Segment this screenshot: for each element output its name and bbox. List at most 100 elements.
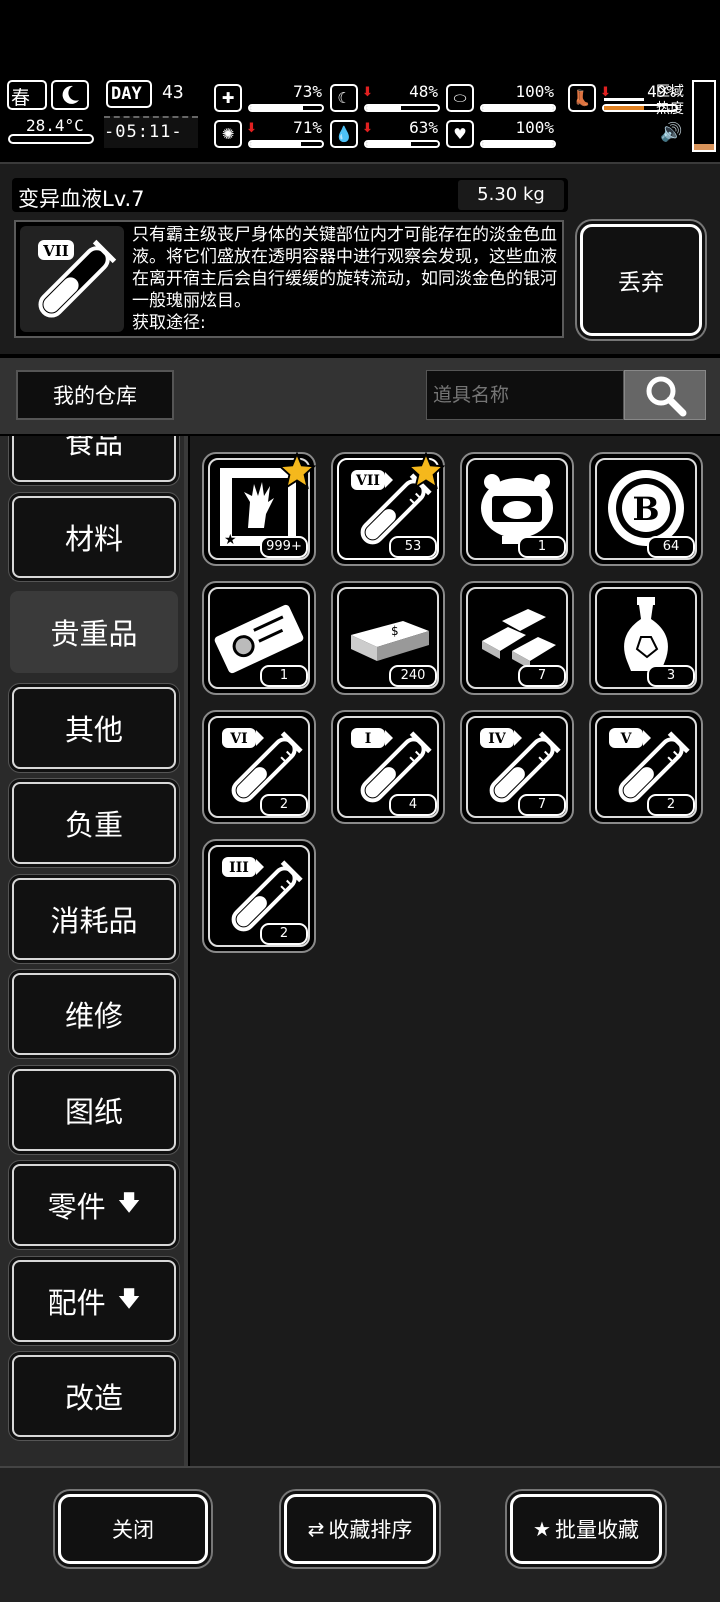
thirst-value: 63%: [409, 118, 438, 137]
item-slot[interactable]: I4: [331, 710, 445, 824]
source-label: 获取途径:: [132, 313, 206, 333]
item-slot[interactable]: VII 53: [331, 452, 445, 566]
category-6[interactable]: 维修: [12, 973, 176, 1055]
warehouse-bar: 我的仓库: [0, 358, 720, 434]
capsule-icon: ⬭: [446, 84, 474, 112]
category-3[interactable]: 其他: [12, 686, 176, 769]
favorite-star-icon: [278, 452, 316, 490]
batch-favorite-button[interactable]: ★ 批量收藏: [510, 1494, 662, 1564]
tier-label: VII: [42, 242, 69, 260]
day-label: DAY: [111, 84, 142, 104]
search-button[interactable]: [624, 370, 706, 420]
close-button[interactable]: 关闭: [58, 1494, 208, 1564]
search-icon: [646, 376, 687, 417]
stamina-value: 100%: [515, 82, 554, 101]
category-8[interactable]: 零件 🡇: [12, 1164, 176, 1246]
item-slot[interactable]: V2: [589, 710, 703, 824]
discard-button[interactable]: 丢弃: [580, 224, 702, 336]
category-9[interactable]: 配件 🡇: [12, 1259, 176, 1342]
category-0[interactable]: 食品: [12, 436, 176, 482]
svg-text:III: III: [229, 860, 249, 876]
category-5[interactable]: 消耗品: [12, 877, 176, 960]
day-label-box: DAY: [106, 80, 152, 108]
category-4[interactable]: 负重: [12, 782, 176, 864]
expand-arrow-icon: 🡇: [117, 1191, 141, 1216]
item-count: 7: [518, 794, 566, 816]
item-description-box: VII 只有霸主级丧尸身体的关键部位内才可能存在的淡金色血液。将它们盛放在透明容…: [14, 220, 564, 338]
item-slot[interactable]: 1: [202, 581, 316, 695]
description-text: 只有霸主级丧尸身体的关键部位内才可能存在的淡金色血液。将它们盛放在透明容器中进行…: [132, 225, 557, 311]
item-slot[interactable]: VI 2: [202, 710, 316, 824]
category-10[interactable]: 改造: [12, 1355, 176, 1437]
category-label: 维修: [64, 999, 123, 1033]
thermometer-icon: [8, 134, 94, 144]
svg-text:B: B: [632, 490, 659, 528]
clock-time: -05:11-: [104, 122, 183, 142]
speaker-icon[interactable]: 🔊: [660, 122, 682, 143]
mood-value: 100%: [515, 118, 554, 137]
item-count: 2: [260, 923, 308, 945]
mood-bar-fill: [482, 142, 554, 146]
weight-indicator-line-white: [604, 98, 644, 101]
stamina-bar: [480, 104, 556, 112]
svg-text:VI: VI: [229, 731, 247, 747]
category-1[interactable]: 材料: [12, 495, 176, 578]
item-count: 7: [518, 665, 566, 687]
category-7[interactable]: 图纸: [12, 1068, 176, 1151]
stamina-bar-fill: [482, 106, 554, 110]
category-label: 材料: [64, 521, 123, 556]
temperature: 28.4°C: [26, 116, 84, 135]
brain-icon: ✺: [214, 120, 242, 148]
night-moon-icon: [51, 80, 89, 110]
stomach-icon: ☾: [330, 84, 358, 112]
item-slot[interactable]: IV 7: [460, 710, 574, 824]
item-count: 64: [647, 536, 695, 558]
item-count: 2: [647, 794, 695, 816]
day-number: 43: [162, 82, 184, 103]
item-count: 53: [389, 536, 437, 558]
item-description: 只有霸主级丧尸身体的关键部位内才可能存在的淡金色血液。将它们盛放在透明容器中进行…: [132, 224, 562, 334]
item-grid: ★ 999+ VII 53 1 B 64 1 $ 240 7 3 VI 2 I …: [190, 436, 720, 1466]
svg-text:★: ★: [224, 532, 237, 548]
category-label: 其他: [64, 712, 123, 747]
svg-text:VII: VII: [355, 473, 380, 489]
category-2[interactable]: 贵重品: [10, 591, 178, 673]
item-count: 1: [518, 536, 566, 558]
decrease-arrow-icon: ⬇: [362, 85, 373, 100]
clock-panel: -05:11-: [104, 116, 198, 148]
area-heat-fill: [694, 144, 714, 150]
swap-arrows-icon: ⇄: [307, 1517, 325, 1541]
category-sidebar[interactable]: 食品材料贵重品其他负重消耗品维修图纸零件 🡇 配件 🡇 改造: [0, 436, 188, 1466]
item-info-panel: 变异血液Lv.7 5.30 kg VII 只有霸主级丧尸身体的关键部位内才可能存…: [0, 162, 720, 354]
thirst-bar: [364, 140, 440, 148]
sort-favorites-button[interactable]: ⇄ 收藏排序: [284, 1494, 436, 1564]
batch-favorite-label: 批量收藏: [554, 1518, 639, 1542]
season-box: 春: [7, 80, 47, 110]
health-bar-fill: [250, 106, 303, 110]
season-label: 春: [11, 87, 31, 109]
item-slot[interactable]: B 64: [589, 452, 703, 566]
category-label: 食品: [64, 436, 123, 460]
item-slot[interactable]: 3: [589, 581, 703, 695]
category-label: 负重: [64, 808, 123, 842]
item-slot[interactable]: $240: [331, 581, 445, 695]
item-count: 240: [389, 665, 437, 687]
item-search-input[interactable]: [426, 370, 624, 420]
hunger-bar: [364, 104, 440, 112]
sort-favorites-label: 收藏排序: [328, 1518, 413, 1542]
hunger-bar-fill: [366, 106, 401, 110]
mental-value: 71%: [293, 118, 322, 137]
svg-text:$: $: [391, 624, 399, 638]
item-weight: 5.30 kg: [458, 180, 564, 210]
category-label: 贵重品: [50, 617, 138, 651]
favorite-star-icon: [407, 452, 445, 490]
weight-indicator-line: [604, 106, 644, 110]
status-bar: 春 28.4°C DAY 43 -05:11- ✚ 73% ☾ ⬇ 48% ⬭ 100% ✺ ⬇…: [0, 76, 720, 156]
item-slot[interactable]: 7: [460, 581, 574, 695]
item-slot[interactable]: III 2: [202, 839, 316, 953]
item-slot[interactable]: ★ 999+: [202, 452, 316, 566]
bottom-bar: 关闭 ⇄ 收藏排序 ★ 批量收藏: [0, 1466, 720, 1602]
area-heat-label: 区域 热度: [656, 84, 684, 117]
item-slot[interactable]: 1: [460, 452, 574, 566]
item-count: 2: [260, 794, 308, 816]
